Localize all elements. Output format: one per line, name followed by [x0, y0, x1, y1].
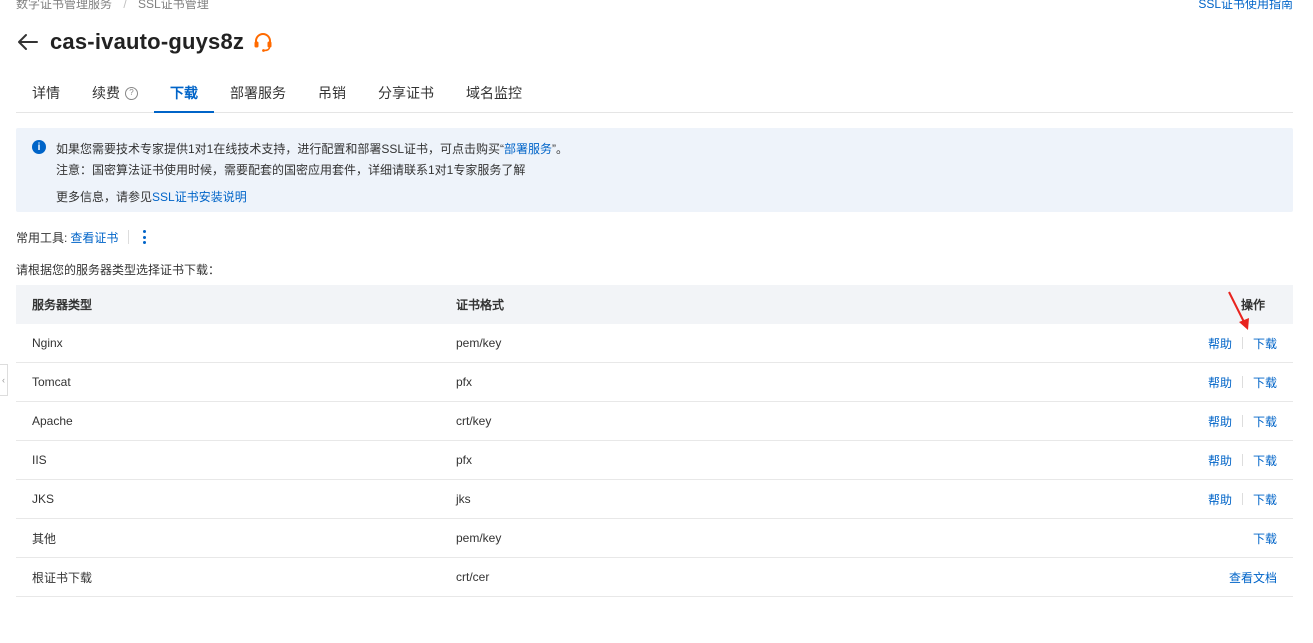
- tab-renew[interactable]: 续费?: [76, 74, 154, 112]
- server-type-cell: Apache: [32, 414, 73, 428]
- actions-cell: 帮助 下载: [1117, 491, 1293, 508]
- download-link[interactable]: 下载: [1253, 530, 1277, 547]
- tab-revoke[interactable]: 吊销: [302, 74, 362, 112]
- header-actions: 操作: [1240, 298, 1265, 312]
- actions-cell: 查看文档: [1117, 569, 1293, 586]
- help-link[interactable]: 帮助: [1208, 335, 1232, 352]
- help-link[interactable]: 帮助: [1208, 452, 1232, 469]
- back-arrow-icon[interactable]: [16, 29, 42, 55]
- format-cell: jks: [456, 492, 471, 506]
- download-link[interactable]: 下载: [1253, 452, 1277, 469]
- actions-cell: 下载: [1117, 530, 1293, 547]
- divider: [1241, 376, 1243, 388]
- format-cell: crt/key: [456, 414, 492, 428]
- breadcrumb: 数字证书管理服务 / SSL证书管理: [16, 0, 209, 12]
- table-header: 服务器类型 证书格式 操作: [16, 285, 1293, 324]
- format-cell: pem/key: [456, 336, 502, 350]
- table-row: 其他 pem/key 下载: [16, 519, 1293, 558]
- tab-download[interactable]: 下载: [154, 74, 214, 113]
- actions-cell: 帮助 下载: [1117, 452, 1293, 469]
- download-link[interactable]: 下载: [1253, 335, 1277, 352]
- table-row: Nginx pem/key 帮助 下载: [16, 324, 1293, 363]
- view-cert-link[interactable]: 查看证书: [70, 229, 118, 246]
- headset-support-icon[interactable]: [252, 31, 274, 53]
- help-link[interactable]: 帮助: [1208, 374, 1232, 391]
- divider: [128, 230, 130, 244]
- view-docs-link[interactable]: 查看文档: [1229, 569, 1277, 586]
- actions-cell: 帮助 下载: [1117, 374, 1293, 391]
- question-circle-icon[interactable]: ?: [125, 86, 138, 100]
- notice-line-1: 如果您需要技术专家提供1对1在线技术支持，进行配置和部署SSL证书，可点击购买“…: [56, 142, 569, 156]
- notice-line-2: 注意：国密算法证书使用时候，需要配套的国密应用套件，详细请联系1对1专家服务了解: [56, 163, 526, 177]
- header-server-type: 服务器类型: [32, 298, 93, 312]
- actions-cell: 帮助 下载: [1117, 413, 1293, 430]
- server-type-cell: Nginx: [32, 336, 63, 350]
- annotation-arrow-icon: [1228, 291, 1249, 330]
- download-link[interactable]: 下载: [1253, 374, 1277, 391]
- deploy-service-link[interactable]: 部署服务: [504, 142, 552, 156]
- format-cell: crt/cer: [456, 570, 490, 584]
- format-cell: pfx: [456, 453, 473, 467]
- info-notice: i 如果您需要技术专家提供1对1在线技术支持，进行配置和部署SSL证书，可点击购…: [16, 128, 1293, 212]
- divider: [1241, 454, 1243, 466]
- common-tools: 常用工具: 查看证书: [16, 228, 149, 246]
- actions-cell: 帮助 下载: [1117, 335, 1293, 352]
- tab-domain-monitor[interactable]: 域名监控: [450, 74, 538, 112]
- tab-share-cert[interactable]: 分享证书: [362, 74, 450, 112]
- notice-line-3: 更多信息，请参见SSL证书安装说明: [56, 190, 247, 204]
- page-title: cas-ivauto-guys8z: [50, 29, 245, 54]
- server-type-cell: 其他: [32, 531, 57, 546]
- tab-bar: 详情 续费? 下载 部署服务 吊销 分享证书 域名监控: [16, 74, 1293, 113]
- divider: [1241, 493, 1243, 505]
- table-row: Tomcat pfx 帮助 下载: [16, 363, 1293, 402]
- server-type-cell: 根证书下载: [32, 570, 93, 585]
- help-link[interactable]: 帮助: [1208, 491, 1232, 508]
- ssl-guide-link[interactable]: SSL证书使用指南: [1198, 0, 1293, 12]
- tab-deploy-service[interactable]: 部署服务: [214, 74, 302, 112]
- tab-details[interactable]: 详情: [16, 74, 76, 112]
- chevron-left-icon: ‹: [2, 375, 5, 385]
- info-icon: i: [32, 140, 46, 154]
- download-link[interactable]: 下载: [1253, 491, 1277, 508]
- help-link[interactable]: 帮助: [1208, 413, 1232, 430]
- download-table: 服务器类型 证书格式 操作 Nginx pem/key 帮助 下载 Tomcat …: [16, 285, 1293, 597]
- download-link[interactable]: 下载: [1253, 413, 1277, 430]
- breadcrumb-item-cas[interactable]: 数字证书管理服务: [16, 0, 112, 11]
- tools-label: 常用工具:: [16, 230, 68, 245]
- more-vertical-icon[interactable]: [139, 230, 149, 244]
- header-format: 证书格式: [456, 298, 505, 312]
- breadcrumb-item-ssl[interactable]: SSL证书管理: [138, 0, 209, 11]
- ssl-install-guide-link[interactable]: SSL证书安装说明: [152, 190, 247, 204]
- table-row: JKS jks 帮助 下载: [16, 480, 1293, 519]
- format-cell: pem/key: [456, 531, 502, 545]
- page-header: cas-ivauto-guys8z: [16, 26, 274, 58]
- table-row: IIS pfx 帮助 下载: [16, 441, 1293, 480]
- table-row: 根证书下载 crt/cer 查看文档: [16, 558, 1293, 597]
- server-type-cell: Tomcat: [32, 375, 71, 389]
- divider: [1241, 337, 1243, 349]
- download-hint: 请根据您的服务器类型选择证书下载：: [16, 263, 221, 277]
- collapse-handle[interactable]: ‹: [0, 364, 8, 396]
- divider: [1241, 415, 1243, 427]
- server-type-cell: JKS: [32, 492, 55, 506]
- breadcrumb-separator: /: [123, 0, 127, 11]
- format-cell: pfx: [456, 375, 473, 389]
- table-row: Apache crt/key 帮助 下载: [16, 402, 1293, 441]
- server-type-cell: IIS: [32, 453, 47, 467]
